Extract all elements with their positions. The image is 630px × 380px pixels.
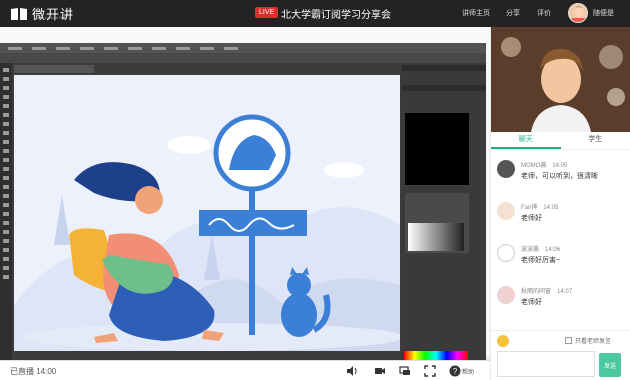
sidebar-tabs: 聊天 学生 <box>491 132 630 150</box>
chat-message: 波波酱 14:06 老师好厉害~ <box>497 244 627 280</box>
teacher-video <box>491 27 630 132</box>
help-icon: ? <box>449 365 461 377</box>
volume-button[interactable] <box>345 364 359 378</box>
chat-input-area: 只看老师发言 发送 <box>491 330 630 380</box>
ps-toolbar <box>0 63 12 361</box>
avatar <box>497 244 515 262</box>
fullscreen-button[interactable] <box>423 364 437 378</box>
chat-message-text: 老师好厉害~ <box>521 257 561 264</box>
svg-text:?: ? <box>453 367 458 376</box>
ps-menubar <box>0 43 486 53</box>
screen-share-stage <box>0 27 490 361</box>
chat-text-input[interactable] <box>497 351 595 377</box>
chat-message-author: MOMO酱 14:05 <box>521 163 568 169</box>
ps-panels <box>402 63 486 361</box>
illustration-canvas <box>14 75 400 351</box>
screen-share-button[interactable] <box>398 364 412 378</box>
help-button[interactable]: ? <box>448 364 462 378</box>
book-icon <box>11 7 27 20</box>
chat-message-author: 波波酱 14:06 <box>521 247 561 253</box>
screen-share-icon <box>399 366 410 375</box>
chat-message: MOMO酱 14:05 老师，可以听到，很清晰 <box>497 160 627 196</box>
chat-message: 秋雨的同窗 14:07 老师好 <box>497 286 627 322</box>
tab-students[interactable]: 学生 <box>561 132 630 149</box>
chat-message-author: Fan神 14:05 <box>521 205 559 211</box>
teacher-only-toggle[interactable]: 只看老师发言 <box>565 336 611 345</box>
ps-options-bar <box>0 53 486 63</box>
avatar <box>497 202 515 220</box>
username[interactable]: 随便是 <box>593 8 614 18</box>
teacher-only-label: 只看老师发言 <box>575 339 612 345</box>
avatar <box>497 160 515 178</box>
nav-item-review[interactable]: 评价 <box>537 8 551 18</box>
volume-icon <box>347 366 357 376</box>
live-duration: 已直播 14:00 <box>10 367 57 376</box>
camera-icon <box>375 368 385 374</box>
top-bar: 微开讲 Micro Lecture Hall LIVE 北大学霸订阅学习分享会 … <box>0 0 630 27</box>
avatar <box>497 286 515 304</box>
chat-message-text: 老师好 <box>521 215 542 222</box>
nav-item-share[interactable]: 分享 <box>506 8 520 18</box>
nav-item-lecturer-home[interactable]: 讲师主页 <box>462 8 490 18</box>
chat-message: Fan神 14:05 老师好 <box>497 202 627 238</box>
chat-message-author: 秋雨的同窗 14:07 <box>521 289 573 295</box>
page-title: 北大学霸订阅学习分享会 <box>281 10 391 21</box>
camera-button[interactable] <box>373 364 387 378</box>
chat-message-text: 老师好 <box>521 299 542 306</box>
emoji-icon[interactable] <box>497 335 509 347</box>
chat-panel: MOMO酱 14:05 老师，可以听到，很清晰 Fan神 14:05 老师好 波波酱… <box>491 150 630 330</box>
tab-chat[interactable]: 聊天 <box>491 132 561 149</box>
live-badge: LIVE <box>255 7 279 18</box>
logo-text: 微开讲 <box>32 7 75 22</box>
logo[interactable]: 微开讲 <box>10 4 74 23</box>
control-bar: 已直播 14:00 ? 帮助 <box>0 360 490 380</box>
fullscreen-icon <box>424 365 436 377</box>
ps-document-tab <box>14 65 94 73</box>
user-avatar[interactable] <box>568 3 588 23</box>
help-label[interactable]: 帮助 <box>462 367 474 376</box>
chat-message-text: 老师，可以听到，很清晰 <box>521 173 598 180</box>
photoshop-window <box>0 43 486 361</box>
send-button[interactable]: 发送 <box>599 353 621 377</box>
teacher-only-checkbox[interactable] <box>565 337 572 344</box>
logo-subtitle: Micro Lecture Hall <box>34 15 67 20</box>
